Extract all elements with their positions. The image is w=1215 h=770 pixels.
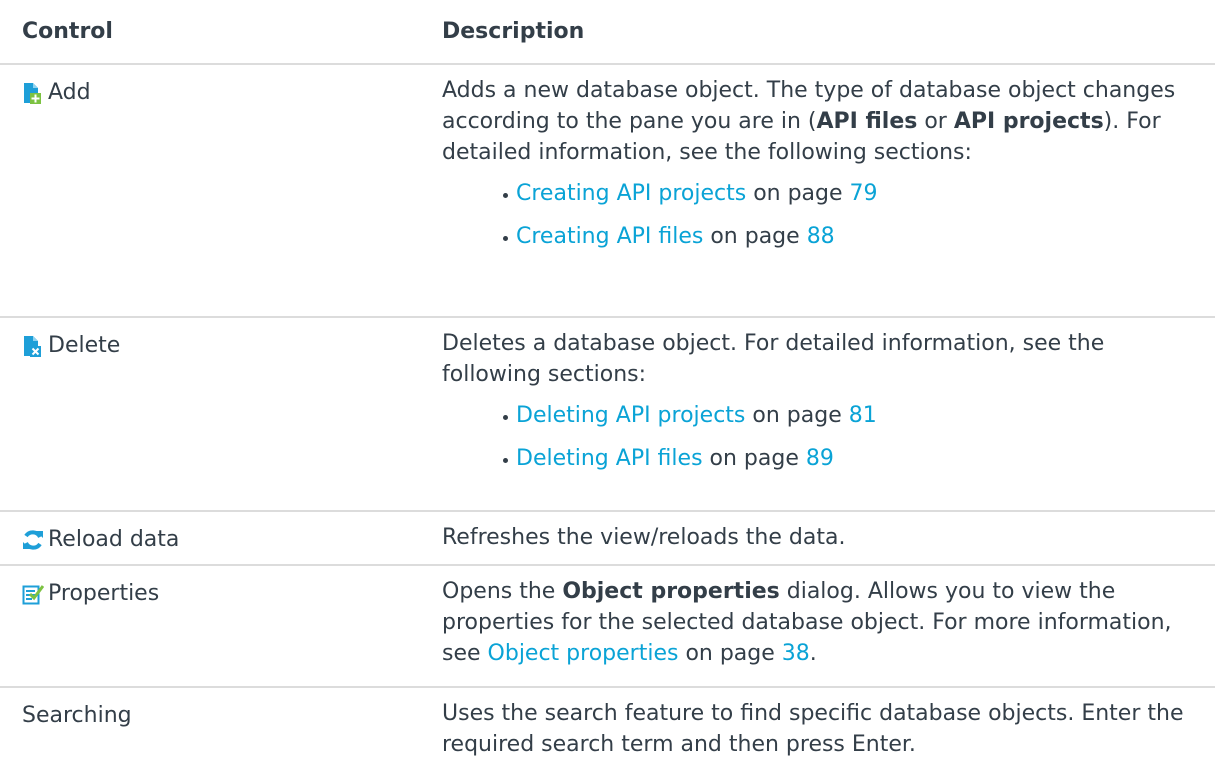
description-cell-reload: Refreshes the view/reloads the data. [420, 511, 1215, 566]
on-page-text: on page [746, 181, 850, 206]
link-creating-api-projects[interactable]: Creating API projects [516, 181, 746, 206]
page-link[interactable]: 81 [849, 403, 877, 428]
control-label-properties: Properties [48, 581, 160, 606]
link-deleting-api-files[interactable]: Deleting API files [516, 446, 703, 471]
desc-text: Deletes a database object. For detailed … [442, 331, 1105, 387]
link-object-properties[interactable]: Object properties [488, 641, 679, 666]
reference-list: Creating API projects on page 79 Creatin… [442, 178, 1195, 252]
bold-term-api-files: API files [816, 109, 918, 134]
list-item: Creating API files on page 88 [503, 221, 1195, 252]
desc-text: Opens the [442, 579, 563, 604]
table-row-properties: Properties Opens the Object properties d… [0, 565, 1215, 688]
list-item: Deleting API files on page 89 [503, 443, 1195, 474]
header-control: Control [0, 0, 420, 65]
description-cell-add: Adds a new database object. The type of … [420, 64, 1215, 318]
desc-text: Uses the search feature to find specific… [442, 701, 1184, 757]
table-header-row: Control Description [0, 0, 1215, 65]
control-cell-delete: Delete [0, 317, 420, 512]
reference-list: Deleting API projects on page 81 Deletin… [442, 400, 1195, 474]
table-row-searching: Searching Uses the search feature to fin… [0, 687, 1215, 770]
on-page-text: on page [678, 641, 782, 666]
control-cell-properties: Properties [0, 565, 420, 688]
on-page-text: on page [745, 403, 849, 428]
table-row-reload: Reload data Refreshes the view/reloads t… [0, 511, 1215, 566]
control-cell-searching: Searching [0, 687, 420, 770]
page-link[interactable]: 88 [807, 224, 835, 249]
description-cell-delete: Deletes a database object. For detailed … [420, 317, 1215, 512]
control-cell-add: Add [0, 64, 420, 318]
desc-text: Refreshes the view/reloads the data. [442, 525, 846, 550]
controls-table: Control Description Add Adds a new datab… [0, 0, 1215, 770]
add-file-icon [22, 82, 42, 104]
control-label-reload: Reload data [48, 527, 180, 552]
desc-text: . [809, 641, 817, 666]
table-row-delete: Delete Deletes a database object. For de… [0, 317, 1215, 512]
description-cell-properties: Opens the Object properties dialog. Allo… [420, 565, 1215, 688]
page-link[interactable]: 89 [806, 446, 834, 471]
control-cell-reload: Reload data [0, 511, 420, 566]
link-creating-api-files[interactable]: Creating API files [516, 224, 703, 249]
list-item: Deleting API projects on page 81 [503, 400, 1195, 431]
description-cell-searching: Uses the search feature to find specific… [420, 687, 1215, 770]
page-link[interactable]: 38 [782, 641, 810, 666]
on-page-text: on page [702, 446, 806, 471]
delete-file-icon [22, 335, 42, 357]
link-deleting-api-projects[interactable]: Deleting API projects [516, 403, 745, 428]
refresh-icon [22, 529, 43, 551]
bold-term-object-properties: Object properties [562, 579, 780, 604]
table-row-add: Add Adds a new database object. The type… [0, 64, 1215, 318]
desc-text: or [917, 109, 954, 134]
on-page-text: on page [703, 224, 807, 249]
list-item: Creating API projects on page 79 [503, 178, 1195, 209]
bold-term-api-projects: API projects [953, 109, 1104, 134]
header-description: Description [420, 0, 1215, 65]
page-link[interactable]: 79 [850, 181, 878, 206]
control-label-delete: Delete [48, 333, 121, 358]
properties-icon [22, 583, 44, 605]
control-label-searching: Searching [22, 703, 132, 728]
control-label-add: Add [48, 80, 91, 105]
